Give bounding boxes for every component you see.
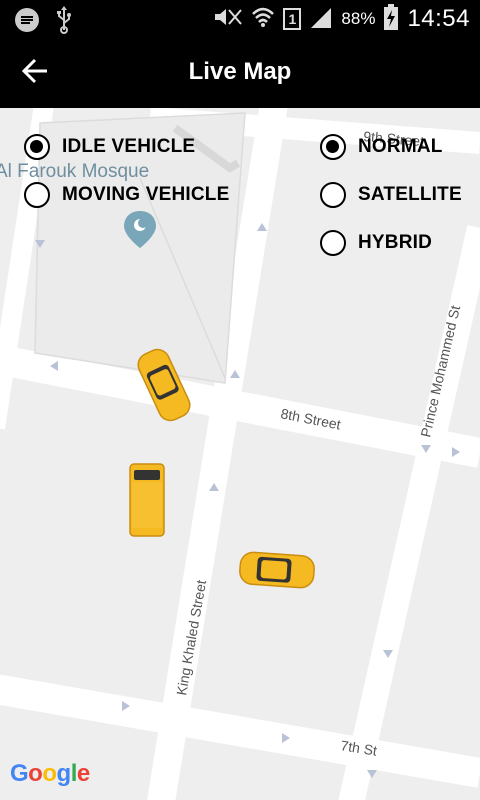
mute-icon: [213, 6, 243, 33]
radio-button[interactable]: [320, 182, 346, 208]
radio-button[interactable]: [24, 182, 50, 208]
status-bar: 1 88% 14:54: [0, 0, 480, 38]
chat-notification-icon: [14, 7, 40, 38]
radio-normal[interactable]: NORMAL: [320, 123, 462, 171]
wifi-icon: [251, 6, 275, 33]
usb-icon: [56, 6, 72, 39]
google-letter: G: [10, 760, 29, 787]
taxi-marker: [129, 463, 165, 537]
radio-button-checked[interactable]: [320, 134, 346, 160]
radio-idle-vehicle[interactable]: IDLE VEHICLE: [24, 123, 229, 171]
radio-hybrid[interactable]: HYBRID: [320, 219, 462, 267]
google-logo: Google: [10, 760, 90, 788]
sim-slot-icon: 1: [283, 8, 302, 30]
radio-label: MOVING VEHICLE: [62, 184, 230, 205]
google-letter: g: [56, 760, 72, 787]
radio-satellite[interactable]: SATELLITE: [320, 171, 462, 219]
radio-label: SATELLITE: [358, 184, 462, 205]
battery-percent: 88%: [341, 9, 376, 28]
map-type-group: NORMAL SATELLITE HYBRID: [320, 123, 462, 267]
google-letter: e: [76, 760, 90, 787]
google-letter: o: [42, 760, 57, 787]
taxi-marker: [239, 551, 315, 589]
page-title: Live Map: [188, 58, 292, 85]
vehicle-filter-group: IDLE VEHICLE MOVING VEHICLE: [24, 123, 229, 219]
radio-label: HYBRID: [358, 232, 433, 253]
action-bar: Live Map: [0, 38, 480, 108]
google-letter: o: [28, 760, 43, 787]
radio-button[interactable]: [320, 230, 346, 256]
radio-moving-vehicle[interactable]: MOVING VEHICLE: [24, 171, 229, 219]
clock: 14:54: [407, 5, 470, 32]
radio-button-checked[interactable]: [24, 134, 50, 160]
battery-charging-icon: [383, 3, 399, 35]
live-map[interactable]: 9th Street 8th Street 7th St Prince Moha…: [0, 108, 480, 800]
signal-icon: [309, 6, 333, 33]
radio-label: IDLE VEHICLE: [62, 136, 196, 157]
radio-label: NORMAL: [358, 136, 443, 157]
